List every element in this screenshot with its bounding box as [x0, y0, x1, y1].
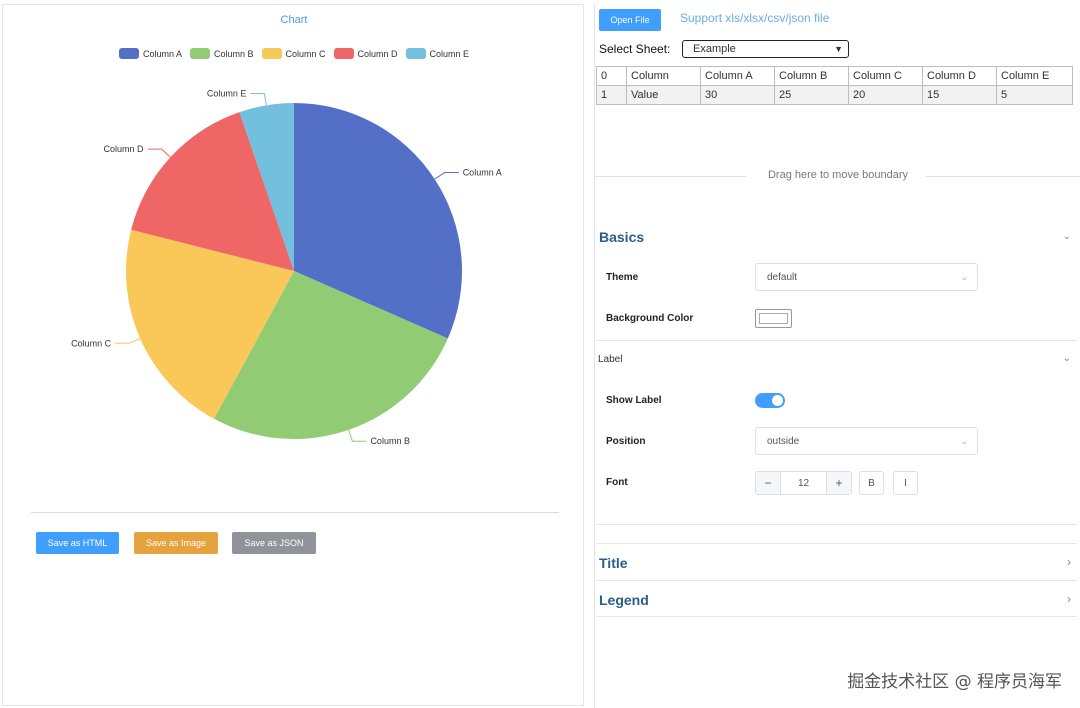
font-label: Font: [606, 477, 628, 488]
position-value: outside: [767, 435, 800, 447]
data-table: 0 Column Column A Column B Column C Colu…: [596, 66, 1073, 105]
save-json-button[interactable]: Save as JSON: [232, 532, 316, 554]
theme-value: default: [767, 271, 798, 283]
bold-button[interactable]: B: [859, 471, 884, 495]
font-size-value[interactable]: 12: [780, 472, 827, 494]
sheet-select[interactable]: Example ▼: [682, 40, 849, 58]
plus-icon[interactable]: +: [827, 472, 851, 494]
legend-swatch: [333, 48, 354, 59]
legend-item[interactable]: Column B: [189, 48, 254, 59]
legend-item[interactable]: Column D: [333, 48, 398, 59]
chevron-down-icon[interactable]: ⌄: [1063, 231, 1071, 242]
legend-swatch: [189, 48, 210, 59]
label-leader-line: [250, 92, 267, 106]
legend-item[interactable]: Column C: [261, 48, 326, 59]
divider: [597, 616, 1077, 617]
color-swatch: [759, 313, 788, 324]
table-cell[interactable]: Value: [626, 85, 701, 105]
table-cell[interactable]: Column E: [996, 66, 1073, 86]
legend-label: Column B: [213, 48, 254, 59]
chevron-right-icon[interactable]: ›: [1067, 592, 1071, 606]
position-select[interactable]: outside ⌄: [755, 427, 978, 455]
background-color-picker[interactable]: [755, 309, 792, 328]
divider: [597, 340, 1077, 341]
legend-item[interactable]: Column E: [405, 48, 470, 59]
position-label: Position: [606, 436, 646, 447]
legend-section-header[interactable]: Legend: [599, 592, 649, 608]
divider: [597, 580, 1077, 581]
save-image-button[interactable]: Save as Image: [134, 532, 218, 554]
legend-swatch: [405, 48, 426, 59]
settings-panel: Open File Support xls/xlsx/csv/json file…: [594, 4, 1080, 708]
drag-boundary[interactable]: Drag here to move boundary: [595, 169, 1080, 183]
chevron-down-icon: ⌄: [960, 435, 968, 446]
sheet-select-value: Example: [693, 43, 736, 55]
pie-label: Column D: [104, 144, 145, 154]
table-cell[interactable]: Column C: [848, 66, 923, 86]
chevron-right-icon[interactable]: ›: [1067, 555, 1071, 569]
theme-label: Theme: [606, 272, 639, 283]
divider: [31, 512, 559, 513]
legend-swatch: [118, 48, 139, 59]
divider: [597, 524, 1077, 525]
show-label-toggle[interactable]: [755, 393, 785, 408]
basics-section-header[interactable]: Basics: [599, 229, 644, 245]
label-leader-line: [348, 429, 367, 442]
title-section-header[interactable]: Title: [599, 555, 628, 571]
legend-swatch: [261, 48, 282, 59]
divider: [597, 543, 1077, 544]
table-cell[interactable]: 15: [922, 85, 997, 105]
table-cell[interactable]: 25: [774, 85, 849, 105]
drag-boundary-text: Drag here to move boundary: [767, 169, 909, 181]
table-cell[interactable]: Column: [626, 66, 701, 86]
legend-label: Column D: [357, 48, 398, 59]
chevron-down-icon: ⌄: [960, 271, 968, 282]
label-leader-line: [115, 338, 141, 344]
table-cell[interactable]: 0: [596, 66, 627, 86]
table-cell[interactable]: Column A: [700, 66, 775, 86]
table-cell[interactable]: 1: [596, 85, 627, 105]
italic-button[interactable]: I: [893, 471, 918, 495]
pie-chart: Column A Column B Column C Column D Column E: [71, 88, 502, 446]
pie-label: Column C: [71, 338, 112, 348]
pie-label: Column B: [370, 436, 410, 446]
background-color-label: Background Color: [606, 313, 694, 324]
theme-select[interactable]: default ⌄: [755, 263, 978, 291]
chart-panel: Chart Column A Column B Column C Column D Co…: [2, 4, 584, 706]
legend-label: Column E: [429, 48, 470, 59]
select-sheet-label: Select Sheet:: [599, 42, 671, 56]
chevron-down-icon: ▼: [834, 44, 843, 54]
show-label-label: Show Label: [606, 395, 662, 406]
minus-icon[interactable]: −: [756, 472, 780, 494]
open-file-button[interactable]: Open File: [599, 9, 661, 31]
legend-item[interactable]: Column A: [118, 48, 182, 59]
table-cell[interactable]: Column D: [922, 66, 997, 86]
table-cell[interactable]: 5: [996, 85, 1073, 105]
label-section-header[interactable]: Label: [598, 354, 622, 365]
font-size-stepper: − 12 +: [755, 471, 852, 495]
chart-title: Chart: [280, 14, 308, 26]
toggle-knob: [772, 395, 783, 406]
pie-label: Column A: [463, 168, 502, 178]
table-row: 0 Column Column A Column B Column C Colu…: [596, 66, 1073, 86]
pie-label: Column E: [207, 88, 247, 98]
chart-legend: Column A Column B Column C Column D Column E: [3, 48, 585, 59]
label-leader-line: [147, 148, 171, 158]
table-cell[interactable]: 30: [700, 85, 775, 105]
label-leader-line: [434, 172, 459, 180]
legend-label: Column A: [142, 48, 182, 59]
support-text: Support xls/xlsx/csv/json file: [680, 11, 830, 25]
table-cell[interactable]: Column B: [774, 66, 849, 86]
legend-label: Column C: [285, 48, 326, 59]
watermark: 掘金技术社区 @ 程序员海军: [847, 672, 1062, 692]
table-row: 1 Value 30 25 20 15 5: [596, 85, 1073, 105]
chevron-down-icon[interactable]: ⌄: [1063, 353, 1071, 364]
table-cell[interactable]: 20: [848, 85, 923, 105]
save-html-button[interactable]: Save as HTML: [36, 532, 119, 554]
